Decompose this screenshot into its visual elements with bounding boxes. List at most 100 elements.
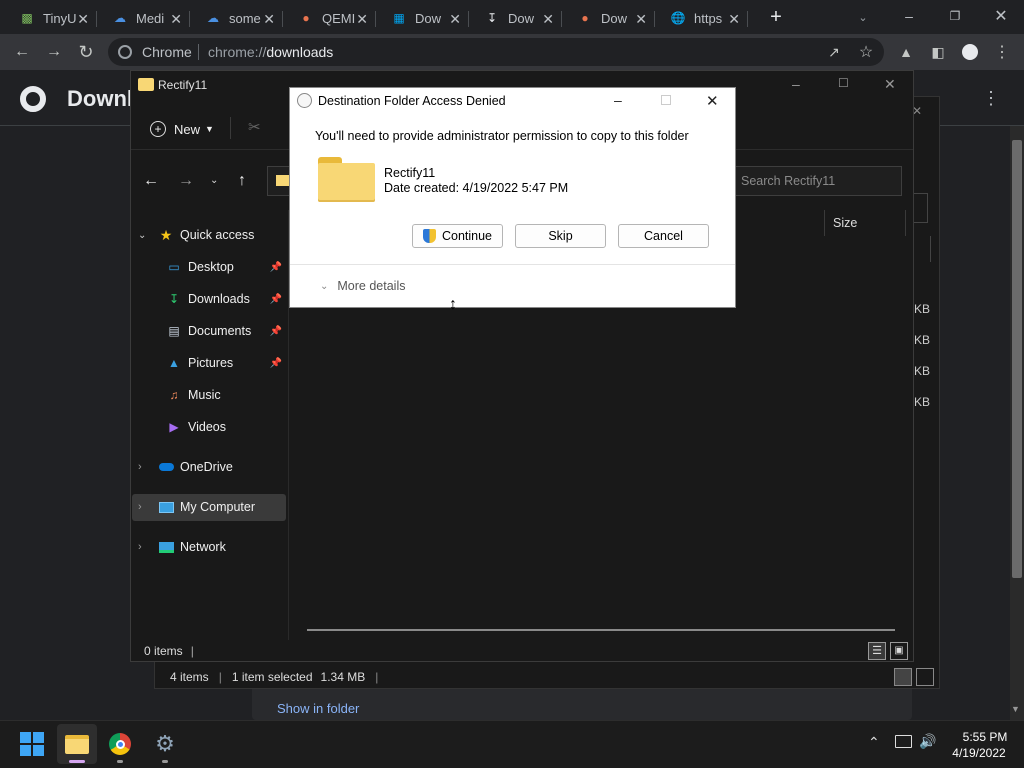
- nav-item-videos[interactable]: ▶ Videos: [166, 412, 286, 442]
- pin-icon[interactable]: 📌: [270, 358, 282, 369]
- downloads-menu-icon[interactable]: ⋮: [982, 88, 1000, 109]
- dialog-close-button[interactable]: ✕: [706, 92, 719, 110]
- tab-close-icon[interactable]: ✕: [728, 11, 740, 28]
- resize-cursor-icon: ↕: [449, 296, 457, 313]
- continue-button[interactable]: Continue: [412, 224, 503, 248]
- nav-quick-access[interactable]: ⌄ ★ Quick access: [138, 220, 286, 250]
- network-tray-icon[interactable]: [895, 735, 912, 748]
- nav-my-computer[interactable]: › My Computer: [138, 492, 286, 522]
- back-tiles-view-icon[interactable]: [916, 668, 934, 686]
- up-folder-icon[interactable]: ↑: [238, 172, 246, 190]
- nav-item-music[interactable]: ♫ Music: [166, 380, 286, 410]
- close-window-button[interactable]: ✕: [978, 0, 1024, 32]
- browser-tab[interactable]: ▦ Dow ✕: [376, 3, 469, 33]
- tab-close-icon[interactable]: ✕: [635, 11, 647, 28]
- nav-item-pictures[interactable]: ▲ Pictures 📌: [166, 348, 286, 378]
- explorer-maximize-button[interactable]: ☐: [838, 76, 849, 90]
- uac-shield-icon: [422, 229, 436, 243]
- browser-tab[interactable]: 🌐 https ✕: [655, 3, 748, 33]
- nav-item-downloads[interactable]: ↧ Downloads 📌: [166, 284, 286, 314]
- toolbar-divider: [230, 117, 231, 139]
- browser-tab[interactable]: ☁ some ✕: [190, 3, 283, 33]
- desktop-icon: ▭: [168, 260, 180, 274]
- scrollbar-thumb[interactable]: [1012, 140, 1022, 578]
- browser-tab[interactable]: ● QEMI ✕: [283, 3, 376, 33]
- browser-tab[interactable]: ↧ Dow ✕: [469, 3, 562, 33]
- nav-network[interactable]: › Network: [138, 532, 286, 562]
- nav-item-desktop[interactable]: ▭ Desktop 📌: [166, 252, 286, 282]
- show-hidden-icons-chevron-icon[interactable]: ⌃: [868, 734, 880, 751]
- recent-locations-icon[interactable]: ⌄: [210, 175, 218, 186]
- search-box[interactable]: Search Rectify11: [734, 166, 902, 196]
- scroll-down-arrow-icon[interactable]: ▼: [1011, 704, 1020, 714]
- tab-close-icon[interactable]: ✕: [263, 11, 275, 28]
- taskbar-time[interactable]: 5:55 PM: [960, 730, 1010, 744]
- search-placeholder: Search Rectify11: [741, 174, 836, 188]
- back-status-size: 1.34 MB: [320, 670, 366, 684]
- column-header-size[interactable]: Size: [824, 210, 906, 236]
- forward-icon[interactable]: →: [42, 40, 66, 64]
- bookmark-star-icon[interactable]: ☆: [854, 40, 878, 64]
- collapsed-chevron-icon: ›: [138, 461, 142, 473]
- restore-button[interactable]: ❐: [932, 0, 978, 32]
- chrome-menu-icon[interactable]: ⋮: [990, 40, 1014, 64]
- profile-icon[interactable]: [958, 40, 982, 64]
- document-icon: ▤: [168, 324, 180, 338]
- taskbar-date[interactable]: 4/19/2022: [948, 746, 1010, 760]
- browser-tab[interactable]: ● Dow ✕: [562, 3, 655, 33]
- tiles-view-icon[interactable]: ▣: [890, 642, 908, 660]
- tab-close-icon[interactable]: ✕: [356, 11, 368, 28]
- cut-icon[interactable]: ✂: [248, 118, 261, 136]
- pin-icon[interactable]: 📌: [270, 262, 282, 273]
- explorer-minimize-button[interactable]: –: [792, 76, 800, 92]
- explorer-close-button[interactable]: ✕: [884, 76, 896, 93]
- horizontal-scrollbar[interactable]: [307, 629, 895, 631]
- nav-item-documents[interactable]: ▤ Documents 📌: [166, 316, 286, 346]
- address-bar[interactable]: [267, 166, 291, 196]
- qemu-icon: ●: [581, 11, 589, 25]
- tab-search-chevron-icon[interactable]: ⌄: [852, 6, 874, 28]
- collapsed-chevron-icon: ›: [138, 541, 142, 553]
- chevron-down-icon: ⌄: [320, 280, 329, 292]
- settings-running-indicator: [162, 760, 168, 763]
- new-tab-button[interactable]: +: [764, 6, 788, 28]
- back-size-cell: KB: [914, 333, 931, 347]
- explorer-status-bar: 0 items |: [144, 643, 194, 658]
- browser-tab[interactable]: ▩ TinyU ✕: [4, 3, 97, 33]
- details-view-icon[interactable]: ☰: [868, 642, 886, 660]
- settings-gear-taskbar-icon[interactable]: ⚙: [145, 724, 185, 764]
- browser-tab-title: Dow: [415, 10, 442, 26]
- reload-icon[interactable]: ↻: [74, 40, 98, 64]
- chrome-site-icon: [118, 45, 132, 59]
- expand-chevron-icon: ⌄: [138, 229, 147, 241]
- side-panel-icon[interactable]: ◧: [926, 40, 950, 64]
- browser-tab[interactable]: ☁ Medi ✕: [97, 3, 190, 33]
- address-forward-icon[interactable]: →: [178, 172, 194, 190]
- extensions-icon[interactable]: ▲: [894, 40, 918, 64]
- dialog-minimize-button[interactable]: –: [614, 92, 622, 108]
- file-explorer-taskbar-icon[interactable]: [57, 724, 97, 764]
- cancel-button[interactable]: Cancel: [618, 224, 709, 248]
- nav-onedrive[interactable]: › OneDrive: [138, 452, 286, 482]
- minimize-button[interactable]: –: [886, 0, 932, 32]
- start-windows-icon[interactable]: [12, 724, 52, 764]
- back-size-cell: KB: [914, 395, 931, 409]
- skip-button[interactable]: Skip: [515, 224, 606, 248]
- new-button[interactable]: + New ▼: [150, 118, 214, 140]
- tab-close-icon[interactable]: ✕: [449, 11, 461, 28]
- pin-icon[interactable]: 📌: [270, 326, 282, 337]
- share-icon[interactable]: ↗: [822, 40, 846, 64]
- more-details-toggle[interactable]: ⌄ More details: [320, 279, 405, 293]
- pin-icon[interactable]: 📌: [270, 294, 282, 305]
- explorer-folder-icon: [138, 78, 154, 91]
- back-details-view-icon[interactable]: [894, 668, 912, 686]
- tab-close-icon[interactable]: ✕: [77, 11, 89, 28]
- tab-close-icon[interactable]: ✕: [170, 11, 182, 28]
- tab-close-icon[interactable]: ✕: [542, 11, 554, 28]
- volume-tray-icon[interactable]: 🔊: [919, 733, 936, 750]
- show-in-folder-link[interactable]: Show in folder: [277, 701, 359, 716]
- address-back-icon[interactable]: ←: [143, 172, 159, 190]
- browser-tab-title: Dow: [508, 10, 535, 26]
- back-icon[interactable]: ←: [10, 40, 34, 64]
- chrome-taskbar-icon[interactable]: [100, 724, 140, 764]
